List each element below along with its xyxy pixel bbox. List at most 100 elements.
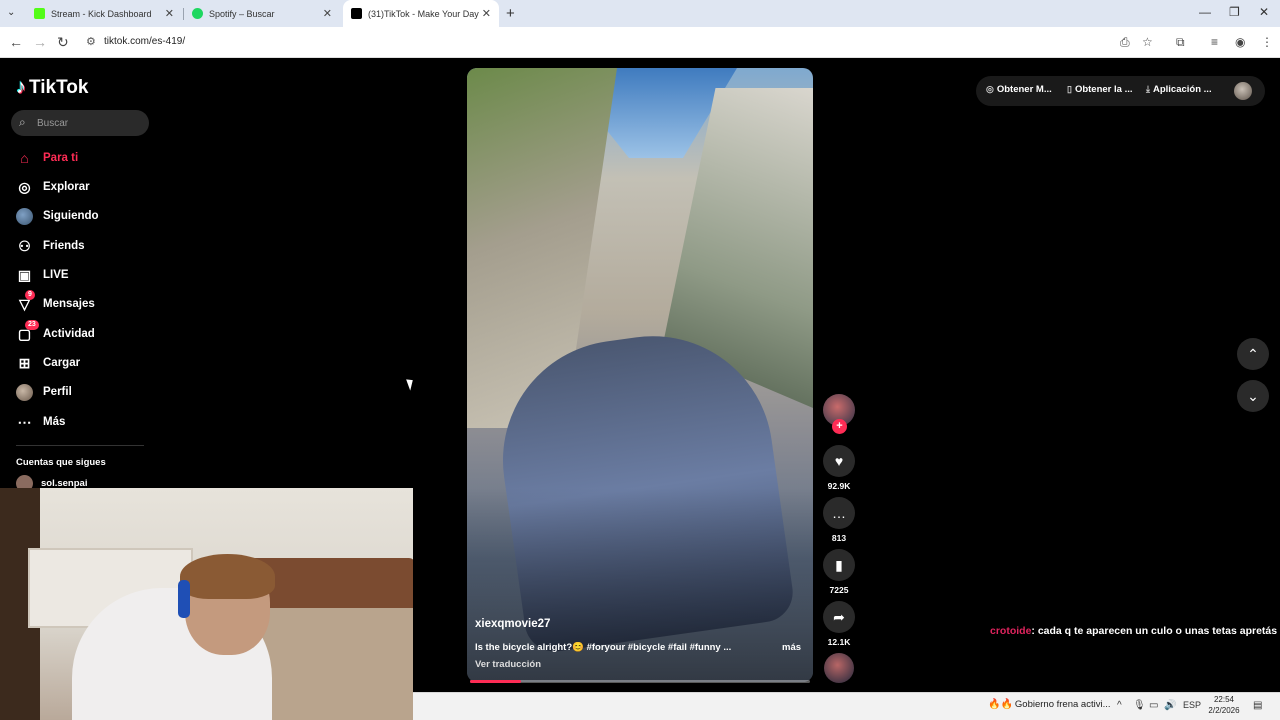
caption-more-button[interactable]: más [782, 642, 801, 653]
bookmark-star-icon[interactable]: ☆ [1142, 35, 1153, 49]
close-tab-icon[interactable]: ✕ [165, 7, 174, 20]
nav-label: Actividad [43, 328, 95, 340]
activity-icon: ▢ 23 [16, 319, 39, 343]
save-button[interactable]: ▮ [823, 549, 855, 581]
save-count: 7225 [829, 585, 849, 595]
nav-label: Explorar [43, 181, 90, 193]
language-indicator[interactable]: ESP [1183, 700, 1201, 710]
install-app-icon[interactable]: ⎙ [1120, 35, 1130, 50]
pill-label: Aplicación ... [1152, 84, 1212, 95]
get-coins-button[interactable]: ◎ Obtener M... [986, 84, 1052, 95]
nav-item-explorar[interactable]: ◎ Explorar [16, 176, 90, 198]
taskbar-clock[interactable]: 22:54 2/2/2026 [1205, 694, 1243, 716]
news-widget[interactable]: 🔥🔥 Gobierno frena activi... [988, 699, 1110, 710]
following-avatar-icon [16, 207, 33, 225]
messages-badge: 9 [25, 289, 35, 300]
music-disc[interactable] [824, 653, 854, 683]
desktop-app-button[interactable]: ⤓ Aplicación ... [1146, 84, 1212, 95]
new-tab-icon[interactable]: + [506, 5, 515, 22]
nav-item-friends[interactable]: ⚇ Friends [16, 235, 85, 257]
network-icon[interactable]: ▭ [1149, 700, 1158, 711]
extensions-icon[interactable]: ⧉ [1176, 35, 1185, 50]
tiktok-logo[interactable]: ♪ TikTok [16, 76, 88, 99]
media-controls-icon[interactable]: ≡ [1211, 35, 1218, 49]
activity-badge: 23 [25, 319, 39, 330]
nav-item-siguiendo[interactable]: Siguiendo [16, 205, 99, 227]
profile-icon[interactable]: ◉ [1235, 35, 1245, 49]
share-button[interactable]: ➦ [823, 601, 855, 633]
close-tab-icon[interactable]: ✕ [323, 7, 332, 20]
tray-expand-icon[interactable]: ^ [1117, 700, 1122, 711]
tab-title: (31)TikTok - Make Your Day [368, 8, 479, 19]
tab-spotify[interactable]: Spotify – Buscar ✕ [184, 0, 340, 27]
messages-icon: ▽ 9 [16, 289, 35, 313]
nav-label: Friends [43, 240, 85, 252]
see-translation-button[interactable]: Ver traducción [475, 659, 541, 670]
webcam-hair [180, 554, 275, 599]
nav-label: Para ti [43, 152, 79, 164]
tab-kick[interactable]: Stream - Kick Dashboard ✕ [26, 0, 182, 27]
previous-video-button[interactable]: ⌃ [1237, 338, 1269, 370]
reload-icon[interactable]: ↻ [57, 34, 69, 51]
search-box[interactable]: ⌕ [11, 110, 149, 136]
nav-item-cargar[interactable]: ⊞ Cargar [16, 352, 80, 374]
friends-icon: ⚇ [18, 237, 31, 254]
video-progress-bar[interactable] [470, 680, 810, 683]
get-app-button[interactable]: ▯ Obtener la ... [1067, 84, 1133, 95]
site-info-icon[interactable]: ⚙ [86, 35, 96, 48]
nav-label: Perfil [43, 386, 72, 398]
share-icon: ➦ [833, 608, 845, 625]
compass-icon: ◎ [18, 178, 31, 195]
tab-search-menu-icon[interactable]: ⌄ [7, 7, 15, 18]
search-input[interactable] [37, 114, 141, 132]
user-avatar[interactable] [1234, 82, 1252, 100]
video-player[interactable]: xiexqmovie27 Is the bicycle alright?😊 #f… [467, 68, 813, 682]
nav-item-live[interactable]: ▣ LIVE [16, 264, 69, 286]
follow-plus-icon[interactable]: + [832, 419, 847, 434]
microphone-icon[interactable]: 🎙 [1133, 700, 1146, 711]
close-window-icon[interactable]: ✕ [1259, 5, 1269, 19]
fire-icon: 🔥🔥 [988, 699, 1013, 710]
webcam-headset [178, 580, 190, 618]
volume-icon[interactable]: 🔊 [1164, 700, 1176, 711]
nav-item-mas[interactable]: ⋯ Más [16, 411, 66, 433]
restore-icon[interactable]: ❐ [1229, 5, 1240, 19]
home-icon: ⌂ [20, 150, 29, 166]
upload-icon: ⊞ [18, 354, 31, 371]
nav-item-actividad[interactable]: ▢ 23 Actividad [16, 319, 95, 345]
nav-item-perfil[interactable]: Perfil [16, 381, 72, 403]
nav-item-mensajes[interactable]: ▽ 9 Mensajes [16, 289, 95, 315]
notifications-icon[interactable]: ▤ [1253, 700, 1262, 711]
chat-text: : cada q te aparecen un culo o unas teta… [1031, 625, 1280, 637]
tab-tiktok[interactable]: (31)TikTok - Make Your Day ✕ [343, 0, 499, 27]
logo-text: TikTok [29, 76, 89, 98]
video-caption: Is the bicycle alright?😊 #foryour #bicyc… [475, 642, 732, 653]
chat-username: crotoide [990, 625, 1032, 637]
like-count: 92.9K [827, 481, 851, 491]
comment-button[interactable]: … [823, 497, 855, 529]
back-icon[interactable]: ← [9, 34, 23, 50]
comment-icon: … [832, 505, 846, 521]
video-author[interactable]: xiexqmovie27 [475, 618, 550, 630]
kick-favicon-icon [34, 8, 45, 19]
close-tab-icon[interactable]: ✕ [482, 7, 491, 20]
like-button[interactable]: ♥ [823, 445, 855, 477]
download-icon: ⤓ [1146, 84, 1150, 94]
forward-icon[interactable]: → [33, 34, 47, 50]
profile-avatar-icon [16, 383, 33, 401]
browser-menu-icon[interactable]: ⋮ [1261, 35, 1273, 49]
url-field[interactable]: tiktok.com/es-419/ [104, 36, 185, 47]
sidebar-divider [16, 445, 144, 446]
nav-label: Siguiendo [43, 210, 99, 222]
next-video-button[interactable]: ⌄ [1237, 380, 1269, 412]
nav-item-para-ti[interactable]: ⌂ Para ti [16, 147, 78, 169]
chevron-up-icon: ⌃ [1247, 346, 1259, 362]
nav-label: LIVE [43, 269, 69, 281]
address-bar: ← → ↻ ⚙ tiktok.com/es-419/ ⎙ ☆ ⧉ ≡ ◉ ⋮ [0, 27, 1280, 58]
search-icon[interactable]: ⌕ [19, 115, 26, 130]
minimize-icon[interactable]: — [1199, 5, 1211, 19]
live-icon: ▣ [17, 266, 32, 283]
clock-time: 22:54 [1213, 695, 1235, 704]
tiktok-favicon-icon [351, 8, 362, 19]
bookmark-icon: ▮ [835, 556, 843, 573]
